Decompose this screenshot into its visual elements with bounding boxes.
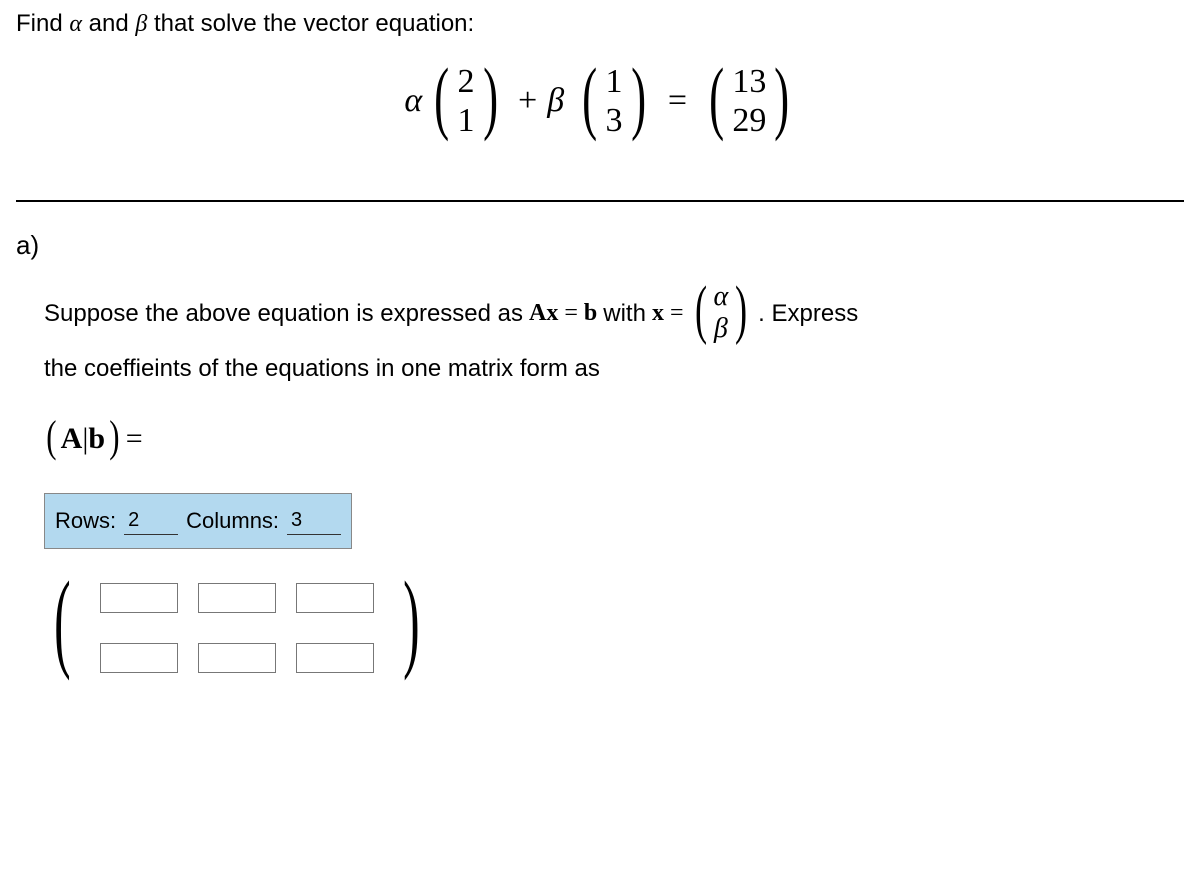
- beta-symbol: β: [135, 11, 147, 37]
- xvec-bot: β: [714, 313, 728, 345]
- section-divider: [16, 200, 1184, 202]
- paren-right-icon: ): [109, 395, 119, 479]
- paren-left-icon: (: [46, 395, 56, 479]
- alpha-symbol: α: [69, 11, 82, 37]
- matrix-cell-0-1[interactable]: [198, 583, 276, 613]
- body-line-2: the coeffieints of the equations in one …: [44, 346, 1184, 392]
- x-vector: ( α β ): [690, 281, 753, 345]
- paren-right-icon: ): [735, 284, 747, 336]
- paren-left-icon: (: [434, 66, 449, 128]
- matrix-cell-1-1[interactable]: [198, 643, 276, 673]
- ab-A: A: [61, 422, 83, 455]
- cols-label: Columns:: [186, 500, 279, 542]
- v2-bot: 3: [606, 101, 623, 140]
- paren-left-icon: (: [582, 66, 597, 128]
- v2-top: 1: [606, 62, 623, 101]
- v1-bot: 1: [458, 101, 475, 140]
- paren-left-icon: (: [54, 580, 70, 660]
- paren-right-icon: ): [403, 580, 419, 660]
- v1-top: 2: [458, 62, 475, 101]
- table-row: [99, 573, 375, 621]
- vector-1: ( 2 1 ): [428, 62, 504, 140]
- vector-3: ( 13 29 ): [703, 62, 796, 140]
- cols-input[interactable]: [287, 507, 341, 535]
- v3-bot: 29: [732, 101, 766, 140]
- paren-left-icon: (: [694, 284, 706, 336]
- prompt-mid: and: [82, 10, 135, 37]
- matrix-cell-0-2[interactable]: [296, 583, 374, 613]
- part-a-label: a): [16, 230, 1184, 261]
- matrix-input: ( ): [44, 561, 429, 692]
- paren-right-icon: ): [774, 66, 789, 128]
- matrix-cell-1-2[interactable]: [296, 643, 374, 673]
- prompt-suffix: that solve the vector equation:: [147, 10, 474, 37]
- body-line-1: Suppose the above equation is expressed …: [44, 281, 1184, 345]
- ab-eq: =: [126, 410, 143, 467]
- rows-label: Rows:: [55, 500, 116, 542]
- body-with: with: [603, 291, 646, 337]
- body-text-1: Suppose the above equation is expressed …: [44, 291, 523, 337]
- problem-prompt: Find α and β that solve the vector equat…: [16, 10, 1184, 38]
- ax-eq-b: Ax = b: [529, 291, 597, 337]
- paren-right-icon: ): [483, 66, 498, 128]
- matrix-cell-1-0[interactable]: [100, 643, 178, 673]
- x-equals: x =: [652, 291, 684, 337]
- rows-input[interactable]: [124, 507, 178, 535]
- eq-plus-beta: + β: [516, 82, 564, 120]
- matrix-cell-0-0[interactable]: [100, 583, 178, 613]
- matrix-size-controls: Rows: Columns:: [44, 493, 352, 549]
- ab-b: b: [88, 422, 105, 455]
- part-a-body: Suppose the above equation is expressed …: [44, 281, 1184, 692]
- table-row: [99, 632, 375, 680]
- vector-2: ( 1 3 ): [576, 62, 652, 140]
- paren-left-icon: (: [709, 66, 724, 128]
- prompt-prefix: Find: [16, 10, 69, 37]
- v3-top: 13: [732, 62, 766, 101]
- eq-alpha: α: [404, 82, 422, 120]
- eq-equals: =: [668, 82, 687, 120]
- paren-right-icon: ): [631, 66, 646, 128]
- matrix-grid: [81, 561, 393, 692]
- vector-equation: α ( 2 1 ) + β ( 1 3 ) = ( 13 29 ): [16, 62, 1184, 140]
- body-period-express: . Express: [758, 291, 858, 337]
- xvec-top: α: [713, 281, 728, 313]
- augmented-matrix-expr: ( A|b ) =: [44, 397, 143, 481]
